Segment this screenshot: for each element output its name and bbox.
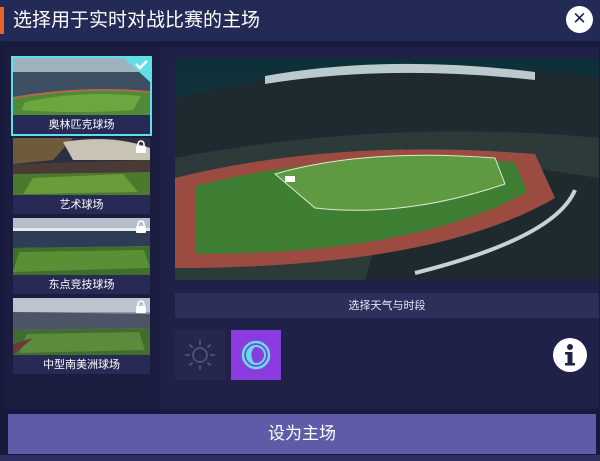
stadium-card-olympic[interactable]: 奥林匹克球场 — [11, 56, 152, 136]
check-icon — [124, 58, 150, 82]
stadium-thumbnail — [13, 138, 150, 195]
stadium-preview-image — [175, 58, 599, 280]
weather-option-day[interactable] — [175, 330, 225, 380]
close-button[interactable]: ✕ — [566, 6, 593, 33]
stadium-label: 奥林匹克球场 — [13, 115, 150, 134]
stadium-thumbnail — [13, 298, 150, 355]
stadium-card-art[interactable]: 艺术球场 — [13, 138, 150, 214]
stadium-card-east-point[interactable]: 东点竞技球场 — [13, 218, 150, 294]
title-accent-bar — [0, 7, 4, 34]
lock-icon — [136, 300, 146, 313]
stadium-list: 奥林匹克球场 艺术球场 东点竞技球场 中型南美洲球场 — [5, 47, 160, 409]
weather-time-selector[interactable]: 选择天气与时段 — [175, 293, 599, 318]
info-button[interactable] — [552, 337, 588, 373]
dialog-title: 选择用于实时对战比赛的主场 — [13, 9, 261, 31]
lock-icon — [136, 220, 146, 233]
stadium-thumbnail — [13, 218, 150, 275]
weather-option-night[interactable] — [231, 330, 281, 380]
stadium-label: 中型南美洲球场 — [13, 355, 150, 374]
stadium-card-south-american[interactable]: 中型南美洲球场 — [13, 298, 150, 374]
moon-icon — [241, 340, 271, 370]
title-bar: 选择用于实时对战比赛的主场 ✕ — [0, 0, 600, 41]
bottom-strip — [0, 455, 600, 461]
sun-icon — [185, 340, 215, 370]
stadium-label: 东点竞技球场 — [13, 275, 150, 294]
close-icon: ✕ — [572, 9, 587, 29]
set-home-stadium-button[interactable]: 设为主场 — [8, 414, 596, 454]
info-icon — [553, 338, 587, 372]
lock-icon — [136, 140, 146, 153]
content-panel: 奥林匹克球场 艺术球场 东点竞技球场 中型南美洲球场 选择天气与时段 — [5, 47, 599, 409]
stadium-label: 艺术球场 — [13, 195, 150, 214]
